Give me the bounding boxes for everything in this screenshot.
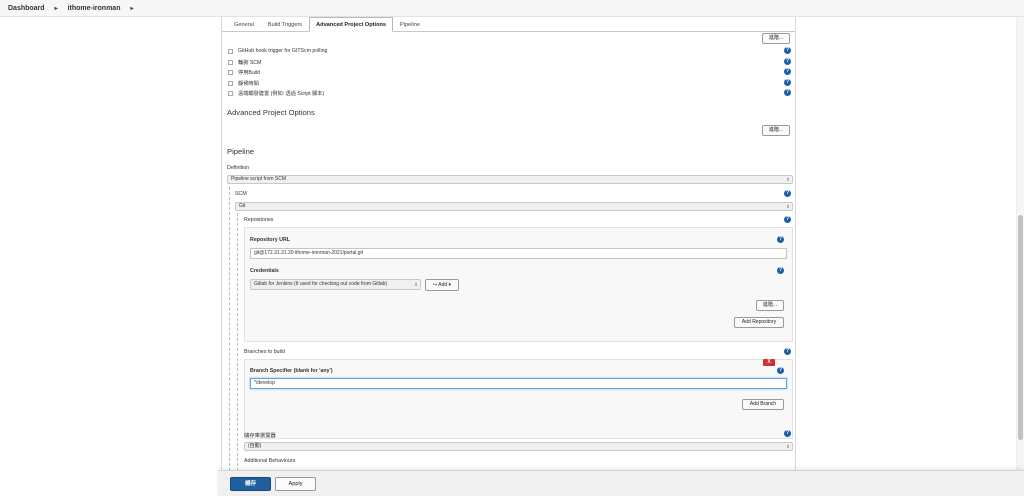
help-icon[interactable]: ? xyxy=(784,47,791,54)
config-panel: General Build Triggers Advanced Project … xyxy=(221,17,796,496)
advanced-options-advanced-button[interactable]: 進階... xyxy=(762,125,790,136)
credentials-select[interactable]: Gitlab for Jenkins (It used for checking… xyxy=(250,279,421,290)
advanced-options-title: Advanced Project Options xyxy=(227,108,315,117)
help-icon[interactable]: ? xyxy=(784,89,791,96)
tab-pipeline[interactable]: Pipeline xyxy=(393,17,427,32)
chevron-down-icon: ▾ xyxy=(448,282,452,288)
select-arrows-icon: ⇕ xyxy=(786,204,790,209)
help-icon[interactable]: ? xyxy=(784,216,791,223)
nesting-guide xyxy=(229,187,230,496)
repository-browser-label: 儲存庫瀏覽器 xyxy=(244,433,276,439)
credentials-value: Gitlab for Jenkins (It used for checking… xyxy=(254,281,388,287)
definition-value: Pipeline script from SCM xyxy=(231,176,287,182)
chevron-right-icon[interactable]: ▸ xyxy=(55,5,58,12)
help-icon[interactable]: ? xyxy=(784,190,791,197)
repositories-label: Repositories xyxy=(244,217,274,223)
tab-advanced-project-options[interactable]: Advanced Project Options xyxy=(309,17,394,32)
definition-label: Definition xyxy=(227,165,250,171)
repository-browser-value: (自動) xyxy=(248,443,262,449)
trigger-option-github-hook[interactable]: GitHub hook trigger for GITScm polling xyxy=(228,48,327,54)
help-icon[interactable]: ? xyxy=(784,348,791,355)
trigger-option-label: 停用Build xyxy=(238,70,260,76)
help-icon[interactable]: ? xyxy=(784,68,791,75)
delete-branch-button[interactable]: X xyxy=(763,359,775,366)
checkbox[interactable] xyxy=(228,81,233,86)
checkbox[interactable] xyxy=(228,48,233,54)
config-tabs: General Build Triggers Advanced Project … xyxy=(227,17,427,32)
trigger-option-label: 遠端觸發建置 (例如: 透過 Script 腳本) xyxy=(238,91,325,97)
trigger-option-disable-build[interactable]: 停用Build xyxy=(228,69,260,76)
credentials-label: Credentials xyxy=(250,268,279,274)
repository-url-input[interactable]: git@172.31.31.20:ithome-ironman-2021/por… xyxy=(250,248,787,259)
trigger-option-quiet-period[interactable]: 靜候時間 xyxy=(228,80,259,87)
help-icon[interactable]: ? xyxy=(777,236,784,243)
help-icon[interactable]: ? xyxy=(784,430,791,437)
trigger-option-label: 靜候時間 xyxy=(238,81,259,87)
help-icon[interactable]: ? xyxy=(784,58,791,65)
chevron-right-icon[interactable]: ▸ xyxy=(130,5,133,12)
repository-advanced-button[interactable]: 進階... xyxy=(756,300,784,311)
breadcrumb: Dashboard ▸ ithome-ironman ▸ xyxy=(0,0,1024,17)
branches-label: Branches to build xyxy=(244,349,285,355)
scm-value: Git xyxy=(239,203,246,209)
scrollbar-thumb[interactable] xyxy=(1018,215,1023,440)
additional-behaviours-label: Additional Behaviours xyxy=(244,458,296,464)
key-icon: ↪ xyxy=(432,282,438,288)
triggers-advanced-button[interactable]: 進階... xyxy=(762,33,790,44)
help-icon[interactable]: ? xyxy=(784,79,791,86)
checkbox[interactable] xyxy=(228,70,233,75)
checkbox[interactable] xyxy=(228,91,233,96)
nesting-guide xyxy=(237,213,238,496)
tab-general[interactable]: General xyxy=(227,17,261,32)
scm-label: SCM xyxy=(235,191,247,197)
help-icon[interactable]: ? xyxy=(777,367,784,374)
trigger-option-poll-scm[interactable]: 輪詢 SCM xyxy=(228,59,261,66)
trigger-option-label: 輪詢 SCM xyxy=(238,60,262,66)
add-credentials-label: Add xyxy=(438,282,448,288)
trigger-option-remote-trigger[interactable]: 遠端觸發建置 (例如: 透過 Script 腳本) xyxy=(228,90,324,97)
branch-specifier-label: Branch Specifier (blank for 'any') xyxy=(250,368,333,374)
select-arrows-icon: ⇕ xyxy=(414,282,418,287)
tab-build-triggers[interactable]: Build Triggers xyxy=(261,17,309,32)
breadcrumb-project-link[interactable]: ithome-ironman xyxy=(68,5,121,12)
trigger-option-label: GitHub hook trigger for GITScm polling xyxy=(238,48,328,54)
bottom-action-bar: 儲存 Apply xyxy=(218,470,1024,496)
repository-url-label: Repository URL xyxy=(250,237,291,243)
add-repository-button[interactable]: Add Repository xyxy=(734,317,784,328)
add-credentials-button[interactable]: ↪ Add ▾ xyxy=(425,279,459,291)
checkbox[interactable] xyxy=(228,60,233,65)
pipeline-title: Pipeline xyxy=(227,147,255,156)
apply-button[interactable]: Apply xyxy=(275,477,316,491)
definition-select[interactable]: Pipeline script from SCM ⇕ xyxy=(227,175,793,184)
select-arrows-icon: ⇕ xyxy=(786,177,790,182)
repository-browser-select[interactable]: (自動) ⇕ xyxy=(244,442,793,451)
branch-specifier-input[interactable]: */develop xyxy=(250,378,787,389)
breadcrumb-dashboard-link[interactable]: Dashboard xyxy=(8,5,45,12)
select-arrows-icon: ⇕ xyxy=(786,444,790,449)
save-button[interactable]: 儲存 xyxy=(230,477,271,491)
add-branch-button[interactable]: Add Branch xyxy=(742,399,784,410)
help-icon[interactable]: ? xyxy=(777,267,784,274)
scm-select[interactable]: Git ⇕ xyxy=(235,202,793,211)
